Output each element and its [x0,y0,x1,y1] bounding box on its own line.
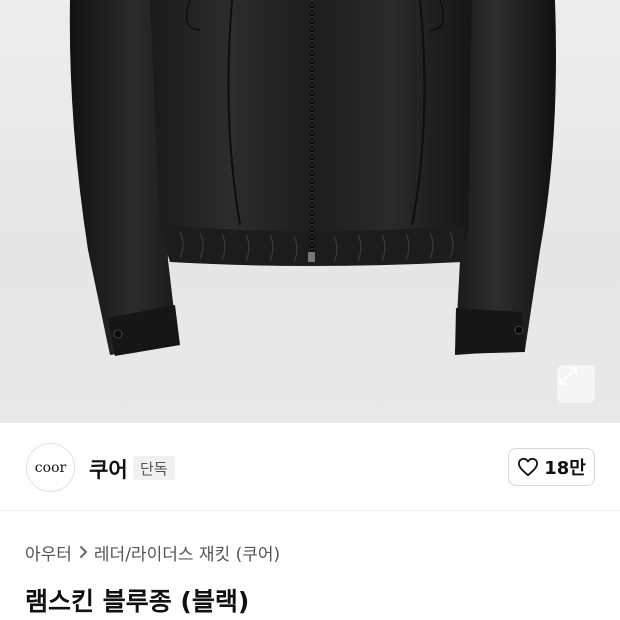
breadcrumb-item-subcategory[interactable]: 레더/라이더스 재킷 (쿠어) [94,540,280,565]
brand-row: coor 쿠어 단독 18만 [0,423,620,511]
exclusive-badge: 단독 [133,456,175,480]
heart-icon [518,457,539,477]
like-count: 18만 [544,458,586,479]
brand-logo[interactable]: coor [26,443,75,492]
product-image-area[interactable] [0,0,620,423]
brand-name[interactable]: 쿠어 [89,454,128,484]
breadcrumb: 아우터 레더/라이더스 재킷 (쿠어) [25,540,280,565]
breadcrumb-item-category[interactable]: 아우터 [25,540,72,565]
product-image [69,0,556,356]
expand-image-button[interactable] [557,365,595,403]
like-button[interactable]: 18만 [508,448,595,486]
chevron-right-icon [78,545,88,559]
product-title: 램스킨 블루종 (블랙) [25,587,250,616]
brand-logo-text: coor [34,459,67,476]
expand-icon [559,367,577,385]
